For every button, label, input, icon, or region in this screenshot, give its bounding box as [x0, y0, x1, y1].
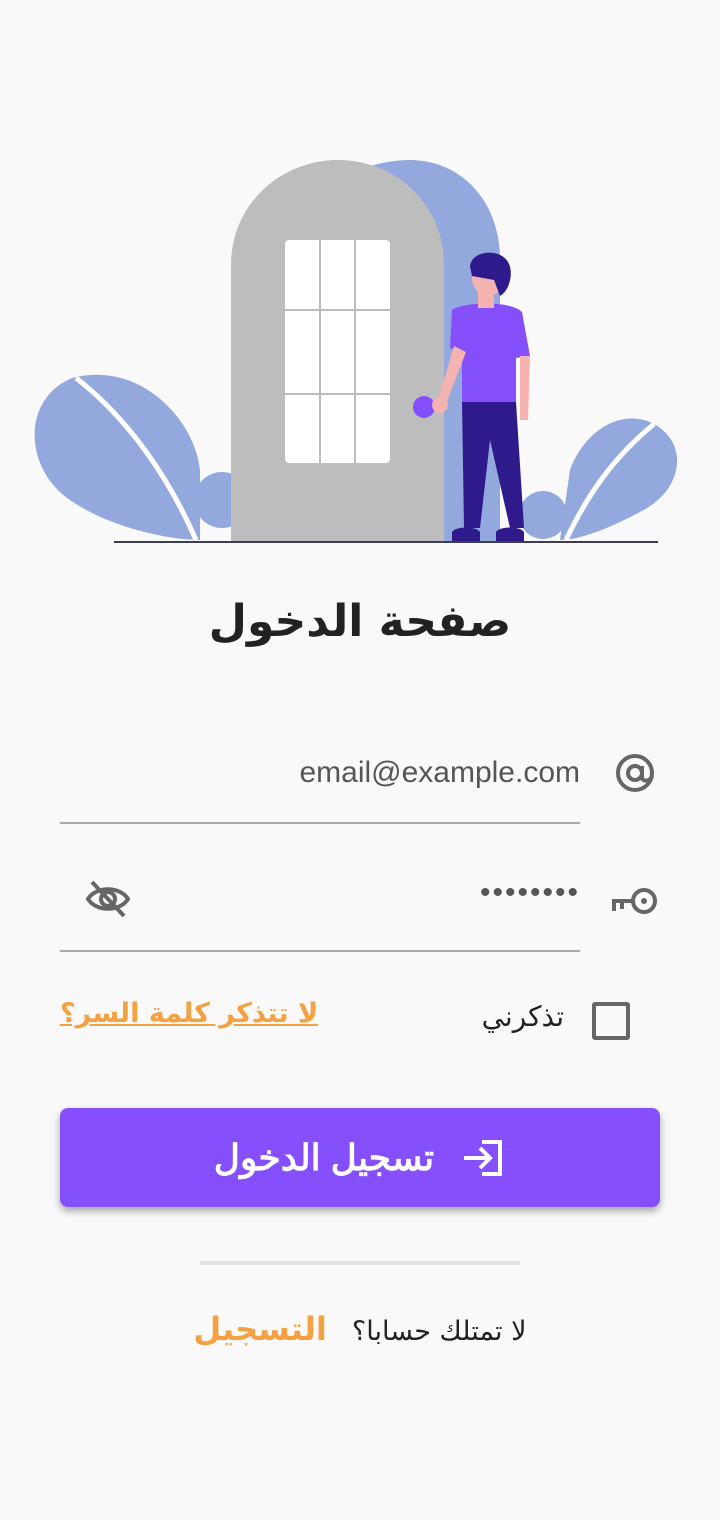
login-button[interactable]: تسجيل الدخول — [60, 1108, 660, 1207]
login-arrow-icon — [464, 1139, 503, 1176]
signup-row: لا تمتلك حسابا؟ التسجيل — [0, 1310, 720, 1348]
remember-label: تذكرني — [481, 1000, 564, 1033]
forgot-password-link[interactable]: لا تتذكر كلمة السر؟ — [60, 998, 318, 1029]
page-title: صفحة الدخول — [208, 596, 512, 647]
eye-off-icon[interactable] — [84, 878, 132, 920]
login-button-label: تسجيل الدخول — [213, 1136, 435, 1178]
remember-row: تذكرني لا تتذكر كلمة السر؟ — [60, 994, 660, 1050]
at-icon — [616, 754, 654, 792]
remember-checkbox[interactable] — [592, 1002, 630, 1040]
login-illustration — [34, 160, 678, 543]
password-input[interactable]: •••••••• — [480, 876, 580, 910]
password-field[interactable]: •••••••• — [60, 862, 660, 952]
login-button-content: تسجيل الدخول — [60, 1108, 660, 1207]
email-underline — [60, 822, 580, 824]
divider — [200, 1261, 520, 1265]
email-input[interactable]: email@example.com — [299, 756, 580, 790]
password-underline — [60, 950, 580, 952]
signup-question: لا تمتلك حسابا؟ — [351, 1316, 527, 1347]
key-icon — [612, 888, 657, 914]
signup-link[interactable]: التسجيل — [194, 1310, 327, 1348]
email-field[interactable]: email@example.com — [60, 734, 660, 824]
